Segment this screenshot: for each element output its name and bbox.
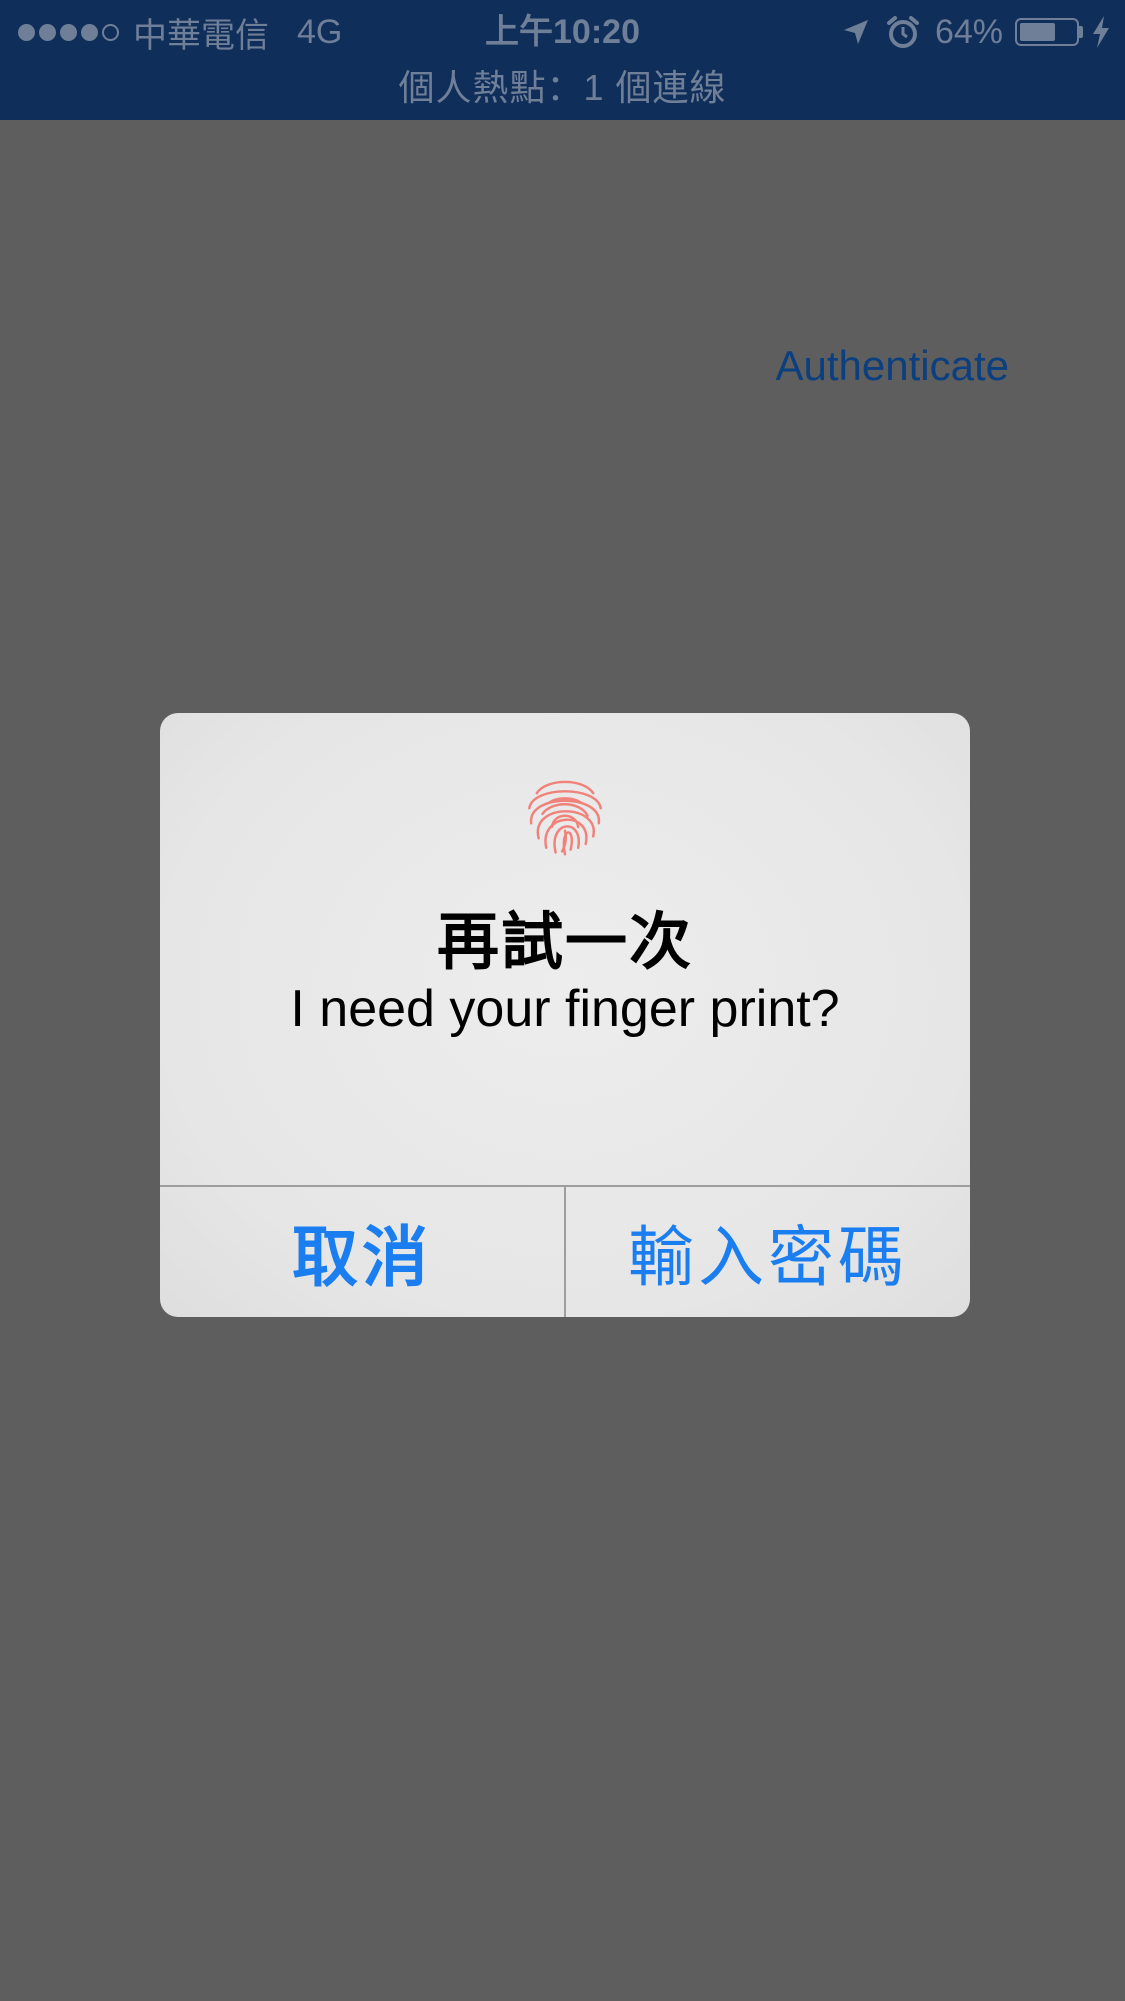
status-right: 64% [841, 8, 1111, 56]
hotspot-banner[interactable]: 個人熱點：1 個連線 [0, 62, 1125, 114]
touch-id-alert: 再試一次 I need your finger print? 取消 輸入密碼 [160, 713, 970, 1317]
status-bar: 中華電信 4G 上午10:20 64% 個人熱點：1 個連線 [0, 0, 1125, 120]
battery-level [1020, 23, 1055, 41]
enter-password-button[interactable]: 輸入密碼 [566, 1187, 970, 1317]
screen: 中華電信 4G 上午10:20 64% 個人熱點：1 個連線 Authentic… [0, 0, 1125, 2001]
alarm-icon [886, 16, 919, 48]
alert-title: 再試一次 [436, 908, 693, 977]
battery-icon [1015, 18, 1079, 46]
charging-bolt-icon [1093, 16, 1109, 48]
battery-tip [1079, 26, 1083, 38]
cancel-button[interactable]: 取消 [160, 1187, 566, 1317]
alert-actions: 取消 輸入密碼 [160, 1185, 970, 1317]
location-arrow-icon [843, 20, 868, 44]
battery-percent: 64% [934, 12, 1003, 51]
alert-message: I need your finger print? [290, 980, 840, 1038]
authenticate-button[interactable]: Authenticate [775, 336, 1009, 396]
fingerprint-icon [528, 780, 602, 856]
